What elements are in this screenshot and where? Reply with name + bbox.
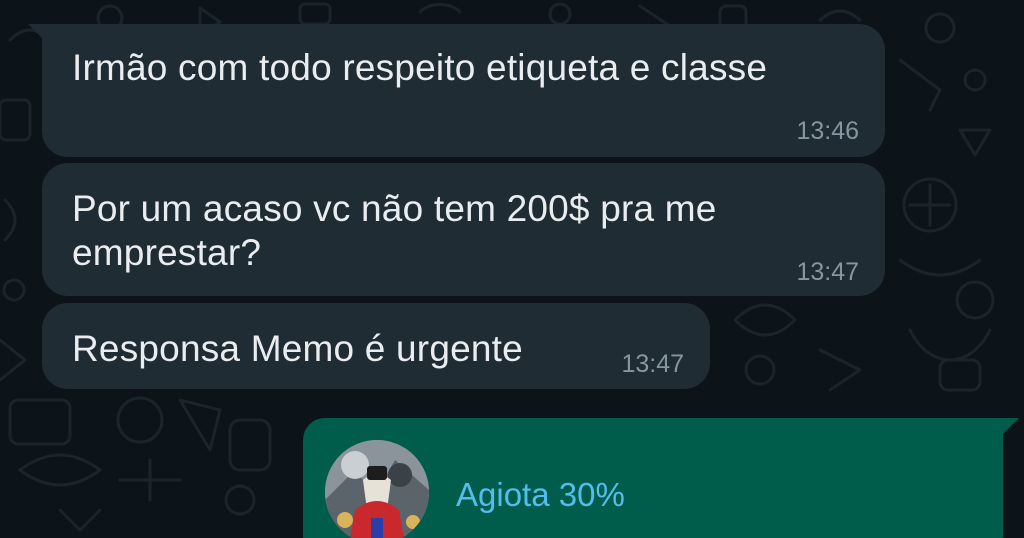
bubble-tail: [1001, 418, 1019, 436]
message-text-line: emprestar?: [72, 232, 262, 273]
contact-avatar-icon[interactable]: [325, 440, 429, 538]
incoming-message[interactable]: Responsa Memo é urgente 13:47: [42, 303, 710, 389]
bubble-tail: [28, 24, 46, 42]
incoming-message[interactable]: Irmão com todo respeito etiqueta e class…: [28, 24, 885, 157]
incoming-message[interactable]: Por um acaso vc não tem 200$ pra me empr…: [42, 163, 885, 296]
avatar-image: [325, 440, 429, 538]
message-time: 13:47: [621, 350, 684, 378]
message-time: 13:47: [796, 258, 859, 286]
message-time: 13:46: [796, 117, 859, 145]
message-text: Responsa Memo é urgente: [72, 328, 523, 369]
outgoing-contact-card[interactable]: Agiota 30%: [303, 418, 1019, 538]
message-text: Por um acaso vc não tem 200$ pra me empr…: [72, 187, 717, 275]
contact-name[interactable]: Agiota 30%: [456, 476, 625, 514]
message-text-line: Por um acaso vc não tem 200$ pra me: [72, 188, 717, 229]
chat-screen: Irmão com todo respeito etiqueta e class…: [0, 0, 1024, 538]
message-text: Irmão com todo respeito etiqueta e class…: [72, 47, 768, 88]
